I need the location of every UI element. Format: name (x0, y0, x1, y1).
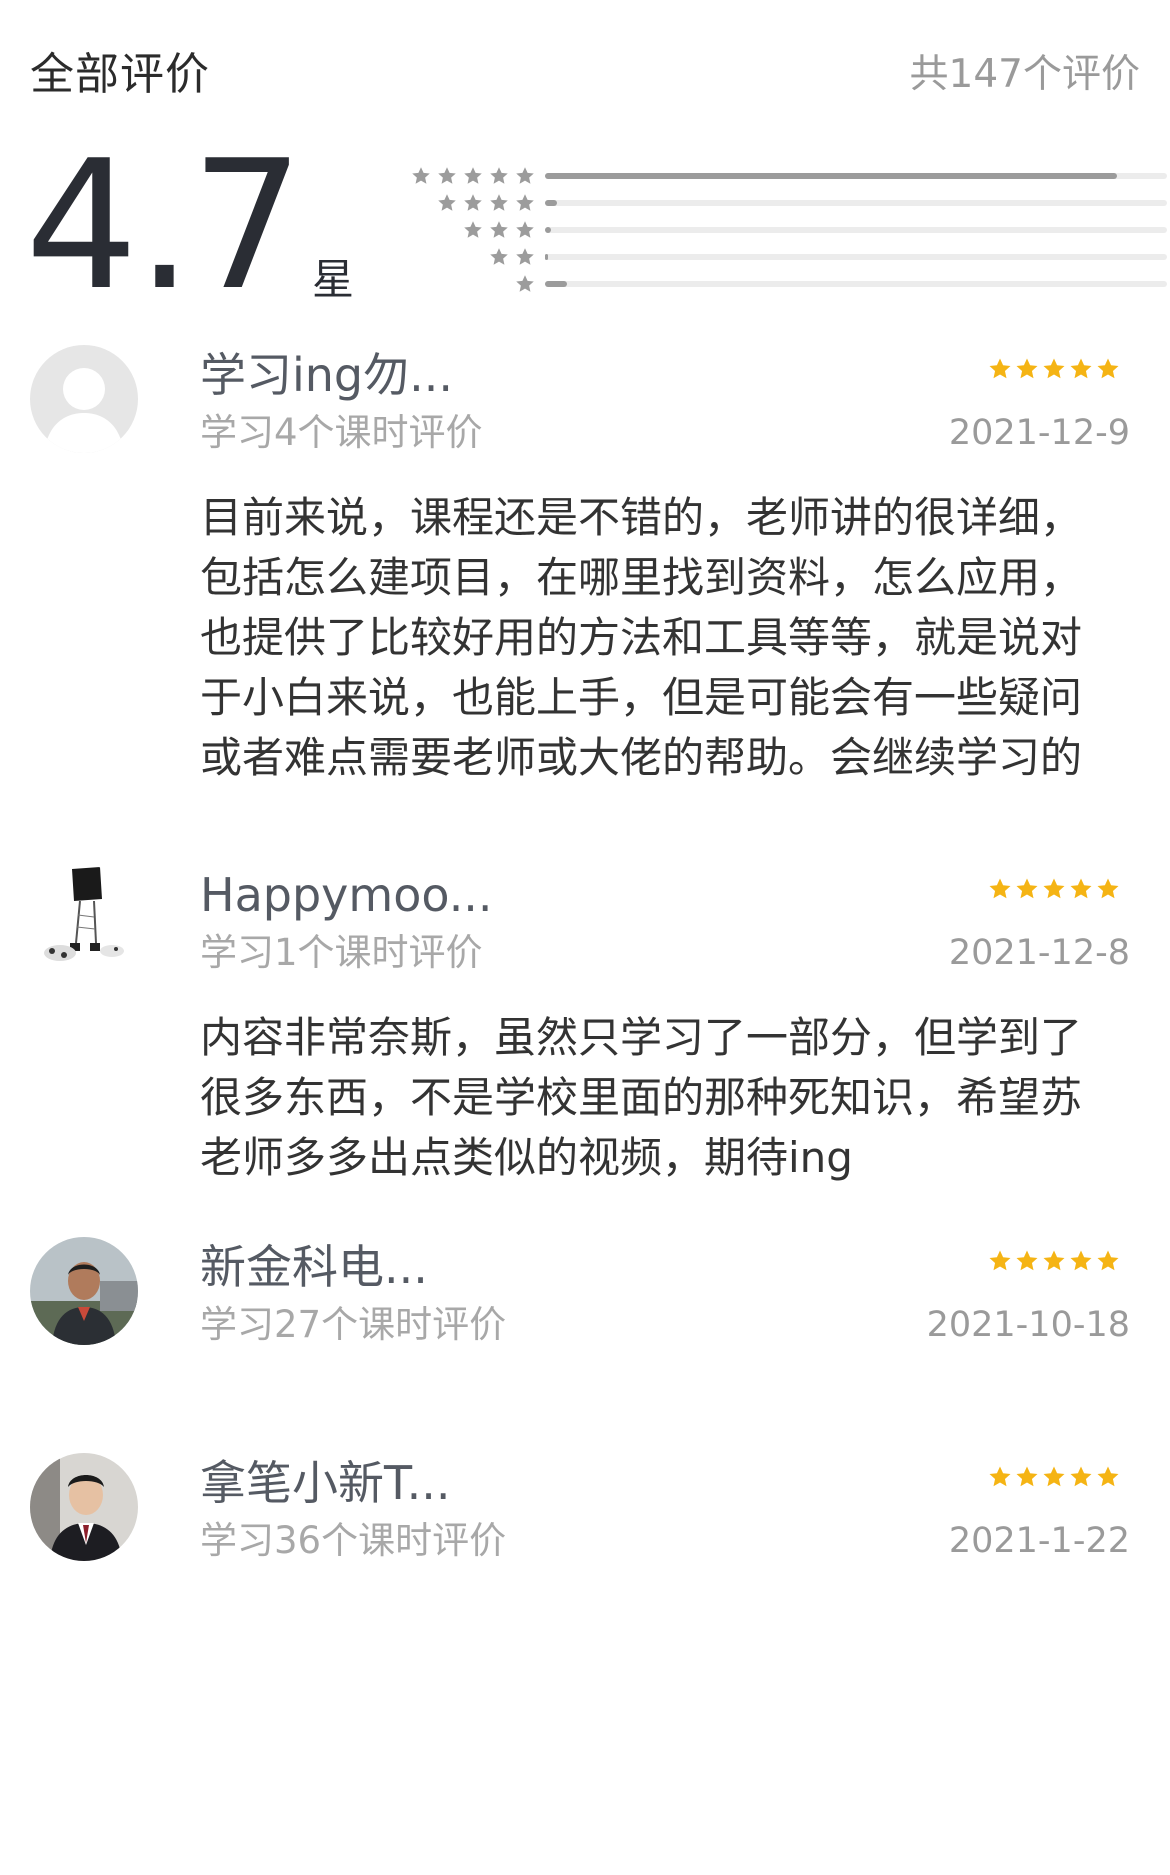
average-score: 4.7 (25, 122, 304, 329)
distribution-bar-track (545, 227, 1167, 233)
distribution-bar-fill (545, 173, 1118, 179)
star-rating (985, 355, 1120, 383)
study-info: 学习4个课时评价 (200, 411, 483, 454)
distribution-stars (431, 189, 535, 216)
distribution-bar-fill (545, 227, 552, 233)
distribution-stars (509, 270, 535, 297)
star-icon (1069, 1249, 1093, 1273)
star-icon (1015, 357, 1039, 381)
review-text: 目前来说，课程还是不错的，老师讲的很详细，包括怎么建项目，在哪里找到资料，怎么应… (200, 493, 1083, 782)
study-info: 学习27个课时评价 (200, 1303, 507, 1346)
star-rating (985, 1247, 1120, 1275)
star-icon (437, 166, 457, 186)
review-date: 2021-12-8 (948, 933, 1130, 973)
star-icon (463, 193, 483, 213)
user-name[interactable]: 学习ing勿... (200, 345, 453, 405)
star-icon (1042, 357, 1066, 381)
reviews-header: 全部评价 共147个评价 (30, 45, 1140, 105)
review-count: 共147个评价 (909, 52, 1140, 97)
review-text: 内容非常奈斯，虽然只学习了一部分，但学到了很多东西，不是学校里面的那种死知识，希… (200, 1013, 1083, 1182)
star-icon (1069, 877, 1093, 901)
rating-distribution (410, 162, 1167, 297)
star-icon (515, 247, 535, 267)
star-icon (988, 877, 1012, 901)
star-rating (985, 1463, 1120, 1491)
distribution-bar-track (545, 200, 1167, 206)
star-icon (489, 166, 509, 186)
user-name[interactable]: Happymoo... (200, 865, 493, 925)
star-icon (463, 166, 483, 186)
star-icon (515, 220, 535, 240)
study-info: 学习1个课时评价 (200, 931, 483, 974)
star-icon (489, 247, 509, 267)
star-icon (1096, 357, 1120, 381)
distribution-row-5-star (410, 162, 1167, 189)
user-photo-suit-icon[interactable] (30, 1453, 138, 1561)
distribution-bar-fill (545, 281, 567, 287)
star-icon (1015, 1249, 1039, 1273)
sketch-figure-icon[interactable] (30, 865, 138, 973)
distribution-stars (405, 162, 535, 189)
star-icon (411, 166, 431, 186)
user-name[interactable]: 拿笔小新T... (200, 1453, 451, 1513)
star-icon (463, 220, 483, 240)
star-icon (515, 166, 535, 186)
star-icon (489, 220, 509, 240)
star-icon (437, 193, 457, 213)
star-icon (988, 1249, 1012, 1273)
star-icon (1015, 1465, 1039, 1489)
star-icon (1042, 1249, 1066, 1273)
star-icon (489, 193, 509, 213)
distribution-bar-track (545, 281, 1167, 287)
default-user-icon[interactable] (30, 345, 138, 453)
review-date: 2021-1-22 (948, 1521, 1130, 1561)
star-icon (1069, 357, 1093, 381)
distribution-row-1-star (410, 270, 1167, 297)
star-icon (1042, 1465, 1066, 1489)
score-unit: 星 (312, 255, 355, 304)
distribution-bar-track (545, 254, 1167, 260)
star-icon (1096, 877, 1120, 901)
distribution-bar-track (545, 173, 1167, 179)
user-name[interactable]: 新金科电... (200, 1237, 428, 1297)
distribution-bar-fill (545, 254, 549, 260)
distribution-stars (483, 243, 535, 270)
rating-summary: 4.7 星 (25, 136, 1167, 320)
distribution-row-2-star (410, 243, 1167, 270)
distribution-stars (457, 216, 535, 243)
star-icon (515, 274, 535, 294)
review-date: 2021-12-9 (948, 413, 1130, 453)
star-rating (985, 875, 1120, 903)
star-icon (1015, 877, 1039, 901)
distribution-row-3-star (410, 216, 1167, 243)
star-icon (1096, 1249, 1120, 1273)
review-date: 2021-10-18 (926, 1305, 1130, 1345)
star-icon (1096, 1465, 1120, 1489)
star-icon (988, 357, 1012, 381)
user-photo-icon[interactable] (30, 1237, 138, 1345)
star-icon (988, 1465, 1012, 1489)
star-icon (1069, 1465, 1093, 1489)
page-title: 全部评价 (30, 49, 210, 100)
distribution-row-4-star (410, 189, 1167, 216)
star-icon (1042, 877, 1066, 901)
star-icon (515, 193, 535, 213)
study-info: 学习36个课时评价 (200, 1519, 507, 1562)
distribution-bar-fill (545, 200, 558, 206)
